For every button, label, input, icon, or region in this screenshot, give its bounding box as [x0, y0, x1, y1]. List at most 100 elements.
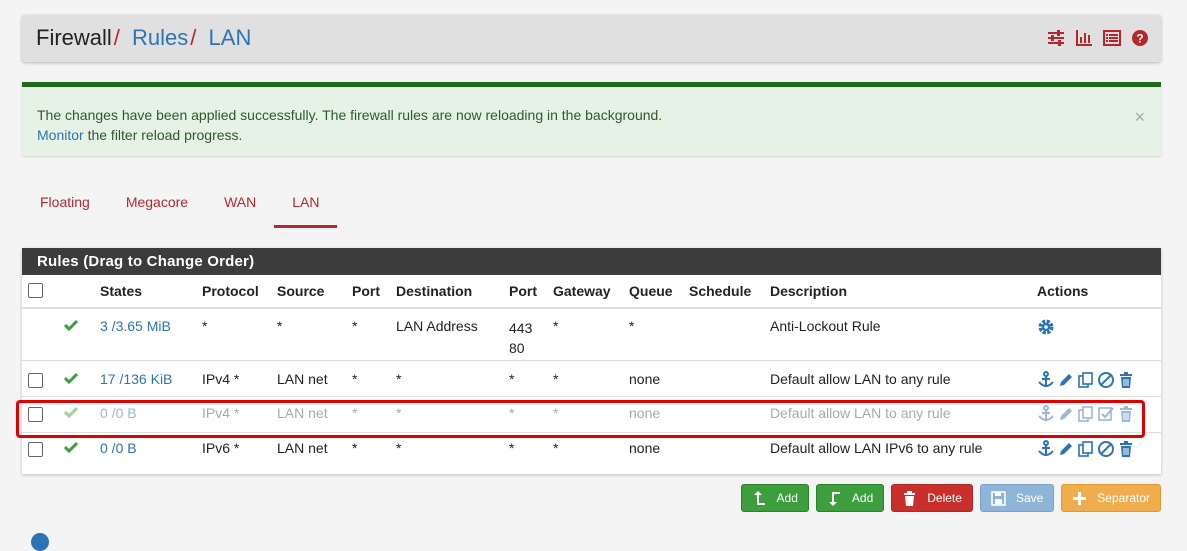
col-destination: Destination [390, 275, 503, 309]
anchor-icon[interactable] [1037, 404, 1055, 423]
table-row[interactable]: 17 /136 KiB IPv4 * LAN net * * * * none … [22, 359, 1161, 396]
table-row[interactable]: 0 /0 B IPv6 * LAN net * * * * none Defau… [22, 431, 1161, 466]
row-select [22, 307, 58, 360]
trash-icon[interactable] [1117, 405, 1135, 423]
add-top-button[interactable]: Add [740, 484, 809, 512]
states-link[interactable]: 3 /3.65 MiB [100, 318, 171, 334]
gear-icon[interactable] [1037, 318, 1055, 336]
add-bottom-label: Add [851, 491, 874, 505]
dest-port-cell: 443 80 [503, 307, 547, 360]
source-cell: LAN net [271, 359, 346, 396]
check-icon[interactable] [63, 371, 79, 387]
dest-port-line: 443 [509, 320, 533, 336]
dest-port-cell: * [503, 359, 547, 396]
add-top-label: Add [776, 491, 798, 505]
check-icon [63, 318, 79, 334]
info-icon[interactable] [31, 533, 49, 551]
states-link[interactable]: 0 /0 B [100, 440, 137, 456]
description-cell: Default allow LAN IPv6 to any rule [764, 431, 1031, 466]
schedule-cell [683, 431, 764, 466]
copy-icon[interactable] [1077, 440, 1095, 458]
breadcrumb-firewall: Firewall [36, 25, 112, 50]
states-link[interactable]: 17 /136 KiB [100, 371, 172, 387]
tab-wan[interactable]: WAN [206, 182, 274, 228]
panel-title: Rules (Drag to Change Order) [22, 248, 1161, 275]
col-description: Description [764, 275, 1031, 309]
states-link[interactable]: 0 /0 B [100, 405, 137, 421]
interface-tabs: Floating Megacore WAN LAN [22, 182, 338, 228]
alert-message-rest: the filter reload progress. [83, 127, 243, 143]
rules-table: States Protocol Source Port Destination … [22, 275, 1161, 466]
copy-icon[interactable] [1077, 371, 1095, 389]
copy-icon[interactable] [1077, 405, 1095, 423]
pencil-icon[interactable] [1057, 440, 1075, 458]
add-bottom-button[interactable]: Add [815, 484, 885, 512]
col-actions: Actions [1031, 275, 1161, 309]
arrow-down-icon [827, 491, 842, 506]
tab-floating[interactable]: Floating [22, 182, 108, 228]
col-dest-port: Port [503, 275, 547, 309]
sliders-icon[interactable] [1047, 29, 1065, 47]
source-cell: * [271, 307, 346, 360]
schedule-cell [683, 395, 764, 432]
breadcrumb-lan[interactable]: LAN [209, 25, 252, 50]
description-cell: Anti-Lockout Rule [764, 307, 1031, 360]
pencil-icon[interactable] [1057, 405, 1075, 423]
gateway-cell: * [547, 307, 623, 360]
protocol-cell: IPv4 * [196, 359, 271, 396]
row-checkbox[interactable] [28, 406, 43, 422]
trash-icon[interactable] [1117, 371, 1135, 389]
delete-label: Delete [927, 491, 962, 505]
check-icon[interactable] [63, 405, 79, 421]
table-row[interactable]: 0 /0 B IPv4 * LAN net * * * * none Defau… [22, 395, 1161, 432]
tab-megacore[interactable]: Megacore [108, 182, 206, 228]
col-source: Source [271, 275, 346, 309]
status-cell [58, 395, 94, 432]
select-all-checkbox[interactable] [28, 283, 43, 298]
table-row[interactable]: 3 /3.65 MiB * * * LAN Address 443 80 * * … [22, 307, 1161, 360]
queue-cell: none [623, 359, 683, 396]
destination-cell: LAN Address [390, 307, 503, 360]
bar-chart-icon[interactable] [1075, 29, 1093, 47]
breadcrumb-rules[interactable]: Rules [132, 25, 188, 50]
trash-icon[interactable] [1117, 440, 1135, 458]
port-cell: * [346, 307, 390, 360]
port-cell: * [346, 395, 390, 432]
col-queue: Queue [623, 275, 683, 309]
description-cell: Default allow LAN to any rule [764, 395, 1031, 432]
status-cell [58, 359, 94, 396]
separator-button[interactable]: Separator [1061, 484, 1161, 512]
close-icon[interactable]: × [1134, 107, 1145, 128]
protocol-cell: IPv6 * [196, 431, 271, 466]
check-icon[interactable] [63, 440, 79, 456]
trash-icon [902, 490, 917, 506]
col-schedule: Schedule [683, 275, 764, 309]
anchor-icon[interactable] [1037, 439, 1055, 458]
row-checkbox[interactable] [28, 441, 43, 457]
breadcrumb-separator: / [113, 25, 120, 50]
enable-check-icon[interactable] [1097, 405, 1115, 423]
disable-icon[interactable] [1097, 440, 1115, 458]
schedule-cell [683, 359, 764, 396]
save-icon [991, 490, 1006, 506]
list-icon[interactable] [1103, 29, 1121, 47]
delete-button[interactable]: Delete [891, 484, 973, 512]
destination-cell: * [390, 431, 503, 466]
help-icon[interactable]: ? [1131, 29, 1149, 47]
col-states: States [94, 275, 196, 309]
save-button[interactable]: Save [979, 484, 1055, 512]
anchor-icon[interactable] [1037, 370, 1055, 389]
queue-cell: none [623, 431, 683, 466]
tab-lan[interactable]: LAN [274, 182, 338, 228]
row-checkbox[interactable] [28, 372, 43, 388]
monitor-link[interactable]: Monitor [37, 127, 84, 143]
port-cell: * [346, 431, 390, 466]
arrow-up-icon [752, 490, 767, 506]
protocol-cell: * [196, 307, 271, 360]
col-port: Port [346, 275, 390, 309]
disable-icon[interactable] [1097, 371, 1115, 389]
button-bar: Add Add Delete Save Separator [740, 484, 1161, 512]
pencil-icon[interactable] [1057, 371, 1075, 389]
dest-port-line: 80 [509, 340, 525, 356]
page-header: Firewall/ Rules/ LAN ? [22, 15, 1161, 62]
